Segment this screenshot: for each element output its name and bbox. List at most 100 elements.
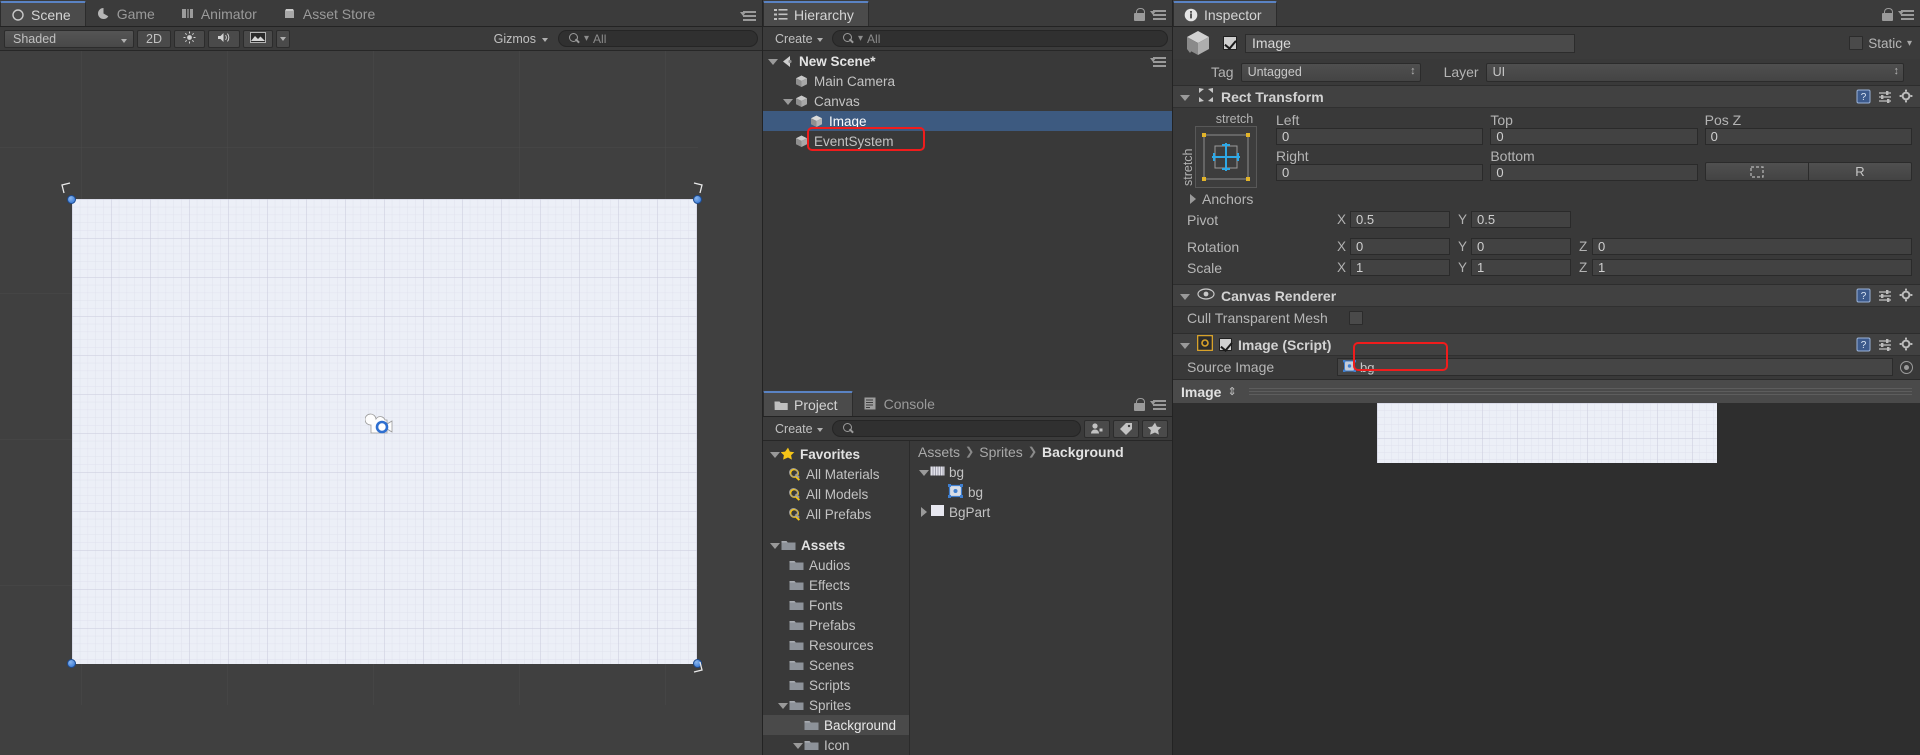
project-folder-background[interactable]: Background [763,715,909,735]
gameobject-enabled-checkbox[interactable] [1223,36,1237,50]
breadcrumb-sprites[interactable]: Sprites [979,444,1023,460]
tab-project[interactable]: Project [763,391,853,416]
project-folder-tree[interactable]: Favorites All Materials All Models All P… [763,441,910,755]
help-book-icon[interactable]: ? [1856,288,1871,303]
project-folder-scenes[interactable]: Scenes [763,655,909,675]
tab-hierarchy[interactable]: Hierarchy [763,1,869,26]
project-folder-fonts[interactable]: Fonts [763,595,909,615]
gizmos-dropdown[interactable]: Gizmos [486,30,554,48]
scene-effects-dropdown[interactable] [275,29,290,48]
rotation-y-input[interactable]: 0 [1471,238,1571,255]
scene-search-input[interactable]: ▾ All [558,30,758,47]
chevron-down-icon[interactable] [918,466,930,478]
hierarchy-tree[interactable]: New Scene* Main Camera Canvas Image Even… [763,51,1172,390]
project-item-bgpart[interactable]: BgPart [910,502,1172,522]
preview-drag-handle[interactable] [1248,388,1912,395]
scene-panel-menu[interactable] [740,10,756,21]
shading-mode-dropdown[interactable]: Shaded [4,29,134,48]
chevron-down-icon[interactable] [782,95,794,107]
project-folder-scripts[interactable]: Scripts [763,675,909,695]
raw-edit-mode-button[interactable]: R [1808,162,1912,181]
project-folder-sprites[interactable]: Sprites [763,695,909,715]
hierarchy-row-main-camera[interactable]: Main Camera [763,71,1172,91]
panel-menu-icon[interactable] [1150,56,1166,67]
chevron-down-icon[interactable] [769,448,781,460]
project-create-button[interactable]: Create [767,420,829,438]
toggle-2d-button[interactable]: 2D [137,29,171,48]
gear-icon[interactable] [1899,89,1914,104]
project-contents[interactable]: Assets ❯ Sprites ❯ Background bg bg BgPa… [910,441,1172,755]
project-search-input[interactable] [832,420,1081,437]
help-book-icon[interactable]: ? [1856,89,1871,104]
project-assets-root[interactable]: Assets [763,535,909,555]
project-folder-prefabs[interactable]: Prefabs [763,615,909,635]
pivot-x-input[interactable]: 0.5 [1350,211,1450,228]
anchor-preset-widget[interactable]: stretch stretch [1181,112,1276,188]
blueprint-mode-button[interactable] [1704,162,1809,181]
scale-z-input[interactable]: 1 [1592,259,1912,276]
right-input[interactable]: 0 [1276,164,1484,181]
preview-header[interactable]: Image ⇕ [1173,379,1920,403]
project-folder-resources[interactable]: Resources [763,635,909,655]
chevron-right-icon[interactable] [1187,193,1199,205]
rotation-x-input[interactable]: 0 [1350,238,1450,255]
scale-x-input[interactable]: 1 [1350,259,1450,276]
lock-icon[interactable] [1134,8,1145,21]
hierarchy-row-canvas[interactable]: Canvas [763,91,1172,111]
scene-audio-toggle[interactable] [207,29,240,48]
project-item-bg-texture[interactable]: bg [910,462,1172,482]
source-image-picker-button[interactable] [1900,360,1913,374]
anchors-foldout-row[interactable]: Anchors [1173,188,1920,209]
panel-menu-icon[interactable] [1898,9,1914,20]
scene-view[interactable] [0,51,762,755]
tab-inspector[interactable]: Inspector [1173,1,1277,26]
chevron-down-icon[interactable] [1179,91,1191,103]
rotate-handle-top-left[interactable] [58,181,74,197]
help-book-icon[interactable]: ? [1856,337,1871,352]
lock-icon[interactable] [1882,8,1893,21]
camera-gizmo-icon[interactable] [365,413,405,443]
source-image-objectfield[interactable]: bg [1337,358,1893,376]
hierarchy-row-menu-icon[interactable] [1150,56,1166,67]
panel-menu-icon[interactable] [1150,9,1166,20]
rect-handle-bottom-left[interactable] [67,659,76,668]
project-item-bg-sprite[interactable]: bg [910,482,1172,502]
top-input[interactable]: 0 [1490,128,1698,145]
hierarchy-search-input[interactable]: ▾ All [832,30,1168,47]
rotation-z-input[interactable]: 0 [1592,238,1912,255]
preview-expand-icon[interactable]: ⇕ [1227,385,1236,398]
chevron-down-icon[interactable] [1179,339,1191,351]
preset-icon[interactable] [1878,289,1892,303]
breadcrumb-assets[interactable]: Assets [918,444,960,460]
chevron-down-icon[interactable] [792,739,804,751]
project-favorite-all-prefabs[interactable]: All Prefabs [763,504,909,524]
project-favorite-filter-button[interactable] [1142,419,1168,438]
left-input[interactable]: 0 [1276,128,1484,145]
hierarchy-panel-menu[interactable] [1134,8,1166,21]
tag-dropdown[interactable]: Untagged [1240,62,1421,82]
scene-effects-toggle[interactable] [242,29,273,48]
inspector-panel-menu[interactable] [1882,8,1914,21]
image-script-enabled-checkbox[interactable] [1219,338,1232,351]
chevron-down-icon[interactable]: ▾ [1907,38,1912,49]
project-folder-icon[interactable]: Icon [763,735,909,755]
lock-icon[interactable] [1134,398,1145,411]
rect-transform-header[interactable]: Rect Transform ? [1173,86,1920,108]
tab-animator[interactable]: Animator [170,1,272,26]
scene-lighting-toggle[interactable] [173,29,205,48]
pivot-y-input[interactable]: 0.5 [1471,211,1571,228]
cull-transparent-mesh-checkbox[interactable] [1349,310,1363,325]
panel-menu-icon[interactable] [740,10,756,21]
tab-scene[interactable]: Scene [0,1,86,26]
chevron-right-icon[interactable] [918,506,930,518]
chevron-down-icon[interactable] [767,55,779,67]
hierarchy-row-eventsystem[interactable]: EventSystem [763,131,1172,151]
chevron-down-icon[interactable] [769,539,781,551]
project-favorites-root[interactable]: Favorites [763,444,909,464]
breadcrumb-background[interactable]: Background [1042,444,1124,460]
project-favorite-all-materials[interactable]: All Materials [763,464,909,484]
chevron-down-icon[interactable] [777,699,789,711]
image-script-header[interactable]: Image (Script) ? [1173,334,1920,356]
project-folder-effects[interactable]: Effects [763,575,909,595]
tab-console[interactable]: Console [853,391,950,416]
